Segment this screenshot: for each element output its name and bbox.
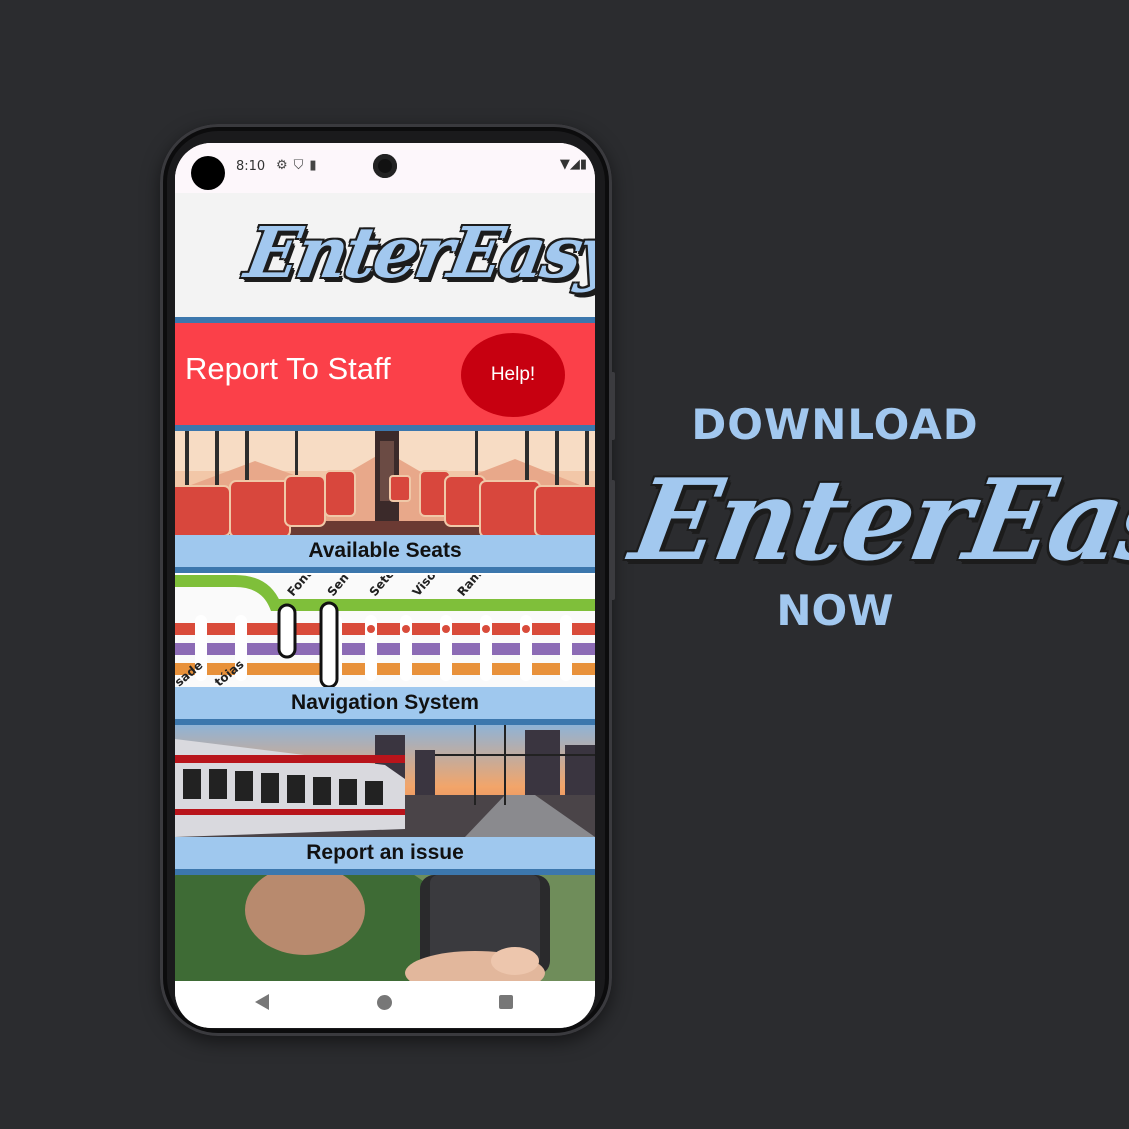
signal-icon: ◢ <box>569 157 580 172</box>
volume-button <box>610 480 615 600</box>
front-camera <box>373 154 397 178</box>
app-header: EnterEasy <box>175 193 595 323</box>
report-issue-label: Report an issue <box>175 837 595 875</box>
promo-download-text: DOWNLOAD <box>691 400 979 449</box>
help-button[interactable]: Help! <box>461 333 565 417</box>
report-issue-card[interactable]: Report an issue <box>175 725 595 875</box>
report-to-staff-banner: Report To Staff Help! <box>175 323 595 431</box>
gear-icon: ⚙ <box>276 158 294 173</box>
camera-cutout <box>191 156 225 190</box>
train-seats-image <box>175 431 595 537</box>
phone-in-hand-image <box>175 875 595 981</box>
home-icon[interactable] <box>377 995 392 1010</box>
shield-icon: ⛉ <box>293 158 310 173</box>
status-time: 8:10 <box>236 159 266 174</box>
navigation-system-card[interactable]: Font Sen Sete Viso Ram sade tóias Naviga… <box>175 575 595 725</box>
android-nav-bar <box>175 981 595 1028</box>
status-right-icons: ▼◢▮ <box>560 157 587 172</box>
app-logo: EnterEasy <box>239 211 595 294</box>
promo-block: DOWNLOAD EnterEasy NOW <box>622 400 1129 635</box>
status-bar: 8:10 ⚙⛉▮ ▼◢▮ <box>175 143 595 193</box>
available-seats-card[interactable]: Available Seats <box>175 431 595 575</box>
available-seats-label: Available Seats <box>175 535 595 573</box>
phone-in-hand-card[interactable] <box>175 875 595 981</box>
navigation-system-label: Navigation System <box>175 687 595 725</box>
promo-logo: EnterEasy <box>622 455 1129 586</box>
wifi-icon: ▼ <box>559 157 570 172</box>
promo-now-text: NOW <box>776 586 894 635</box>
metro-map-image: Font Sen Sete Viso Ram sade tóias <box>175 575 595 689</box>
sim-icon: ▮ <box>309 158 323 173</box>
battery-icon: ▮ <box>579 157 587 172</box>
train-station-image <box>175 725 595 837</box>
status-left-icons: ⚙⛉▮ <box>276 158 323 173</box>
phone-screen: 8:10 ⚙⛉▮ ▼◢▮ EnterEasy Report To Staff H… <box>175 143 595 1028</box>
report-to-staff-label: Report To Staff <box>185 351 391 386</box>
recent-apps-icon[interactable] <box>499 995 513 1009</box>
power-button <box>610 372 615 440</box>
back-icon[interactable] <box>255 994 269 1010</box>
